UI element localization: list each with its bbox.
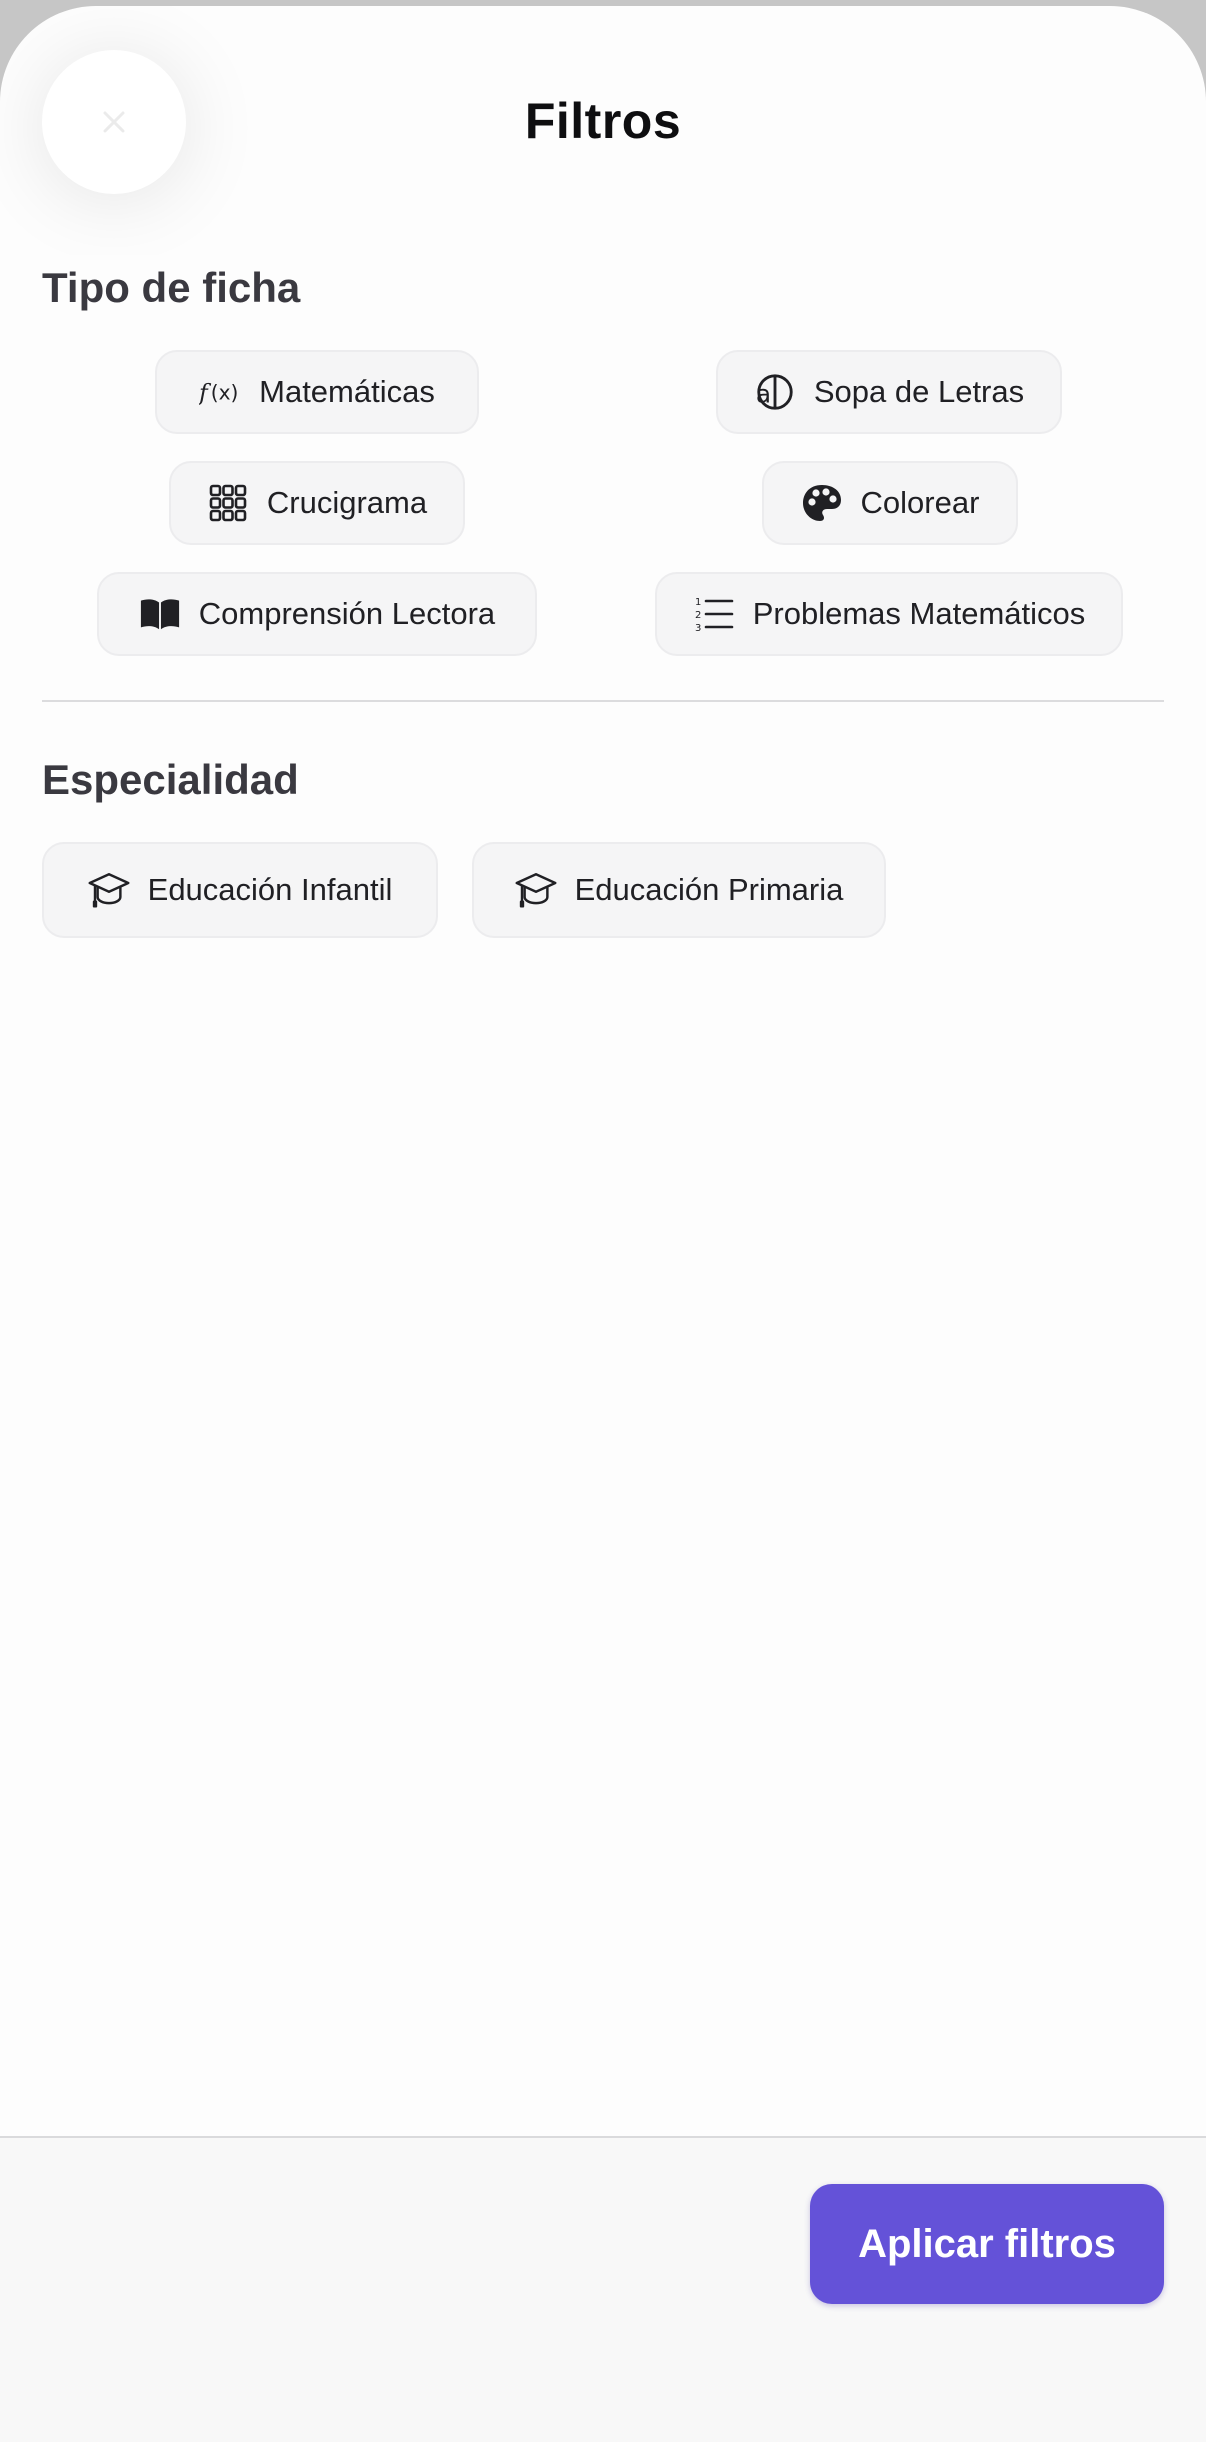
svg-text:2: 2 bbox=[695, 610, 701, 621]
chip-label: Problemas Matemáticos bbox=[752, 596, 1086, 631]
section-title-tipo-ficha: Tipo de ficha bbox=[42, 264, 301, 311]
svg-text:1: 1 bbox=[695, 597, 701, 608]
chip-label: Matemáticas bbox=[259, 374, 435, 409]
chip-problemas-matematicos[interactable]: 1 2 3 Problemas Matemáticos bbox=[655, 572, 1123, 656]
footer-bar: Aplicar filtros bbox=[0, 2136, 1206, 2442]
svg-text:(x): (x) bbox=[211, 381, 239, 405]
filter-sheet: Filtros Tipo de ficha ƒ (x) Matemáticas … bbox=[0, 6, 1206, 2442]
chip-label: Crucigrama bbox=[266, 485, 428, 520]
apply-filters-button[interactable]: Aplicar filtros bbox=[810, 2184, 1164, 2304]
chip-colorear[interactable]: Colorear bbox=[762, 461, 1018, 545]
svg-text:a: a bbox=[756, 380, 771, 409]
chip-label: Educación Primaria bbox=[574, 872, 844, 907]
chip-label: Colorear bbox=[860, 485, 980, 520]
book-icon bbox=[139, 593, 181, 635]
chip-matematicas[interactable]: ƒ (x) Matemáticas bbox=[155, 350, 479, 434]
chip-educacion-primaria[interactable]: Educación Primaria bbox=[472, 842, 886, 938]
chip-sopa-de-letras[interactable]: a Sopa de Letras bbox=[716, 350, 1062, 434]
letters-icon: a bbox=[754, 371, 796, 413]
svg-text:3: 3 bbox=[695, 623, 701, 632]
palette-icon bbox=[801, 482, 843, 524]
numbered-list-icon: 1 2 3 bbox=[693, 593, 735, 635]
graduation-cap-icon bbox=[515, 869, 557, 911]
grid-icon bbox=[207, 482, 249, 524]
chip-label: Comprensión Lectora bbox=[198, 596, 496, 631]
graduation-cap-icon bbox=[88, 869, 130, 911]
chip-label: Educación Infantil bbox=[147, 872, 393, 907]
function-icon: ƒ (x) bbox=[199, 371, 241, 413]
chip-label: Sopa de Letras bbox=[813, 374, 1025, 409]
section-divider bbox=[42, 700, 1164, 702]
chip-educacion-infantil[interactable]: Educación Infantil bbox=[42, 842, 438, 938]
chip-crucigrama[interactable]: Crucigrama bbox=[169, 461, 465, 545]
chip-comprension-lectora[interactable]: Comprensión Lectora bbox=[97, 572, 537, 656]
section-title-especialidad: Especialidad bbox=[42, 756, 299, 803]
page-title: Filtros bbox=[524, 93, 682, 149]
